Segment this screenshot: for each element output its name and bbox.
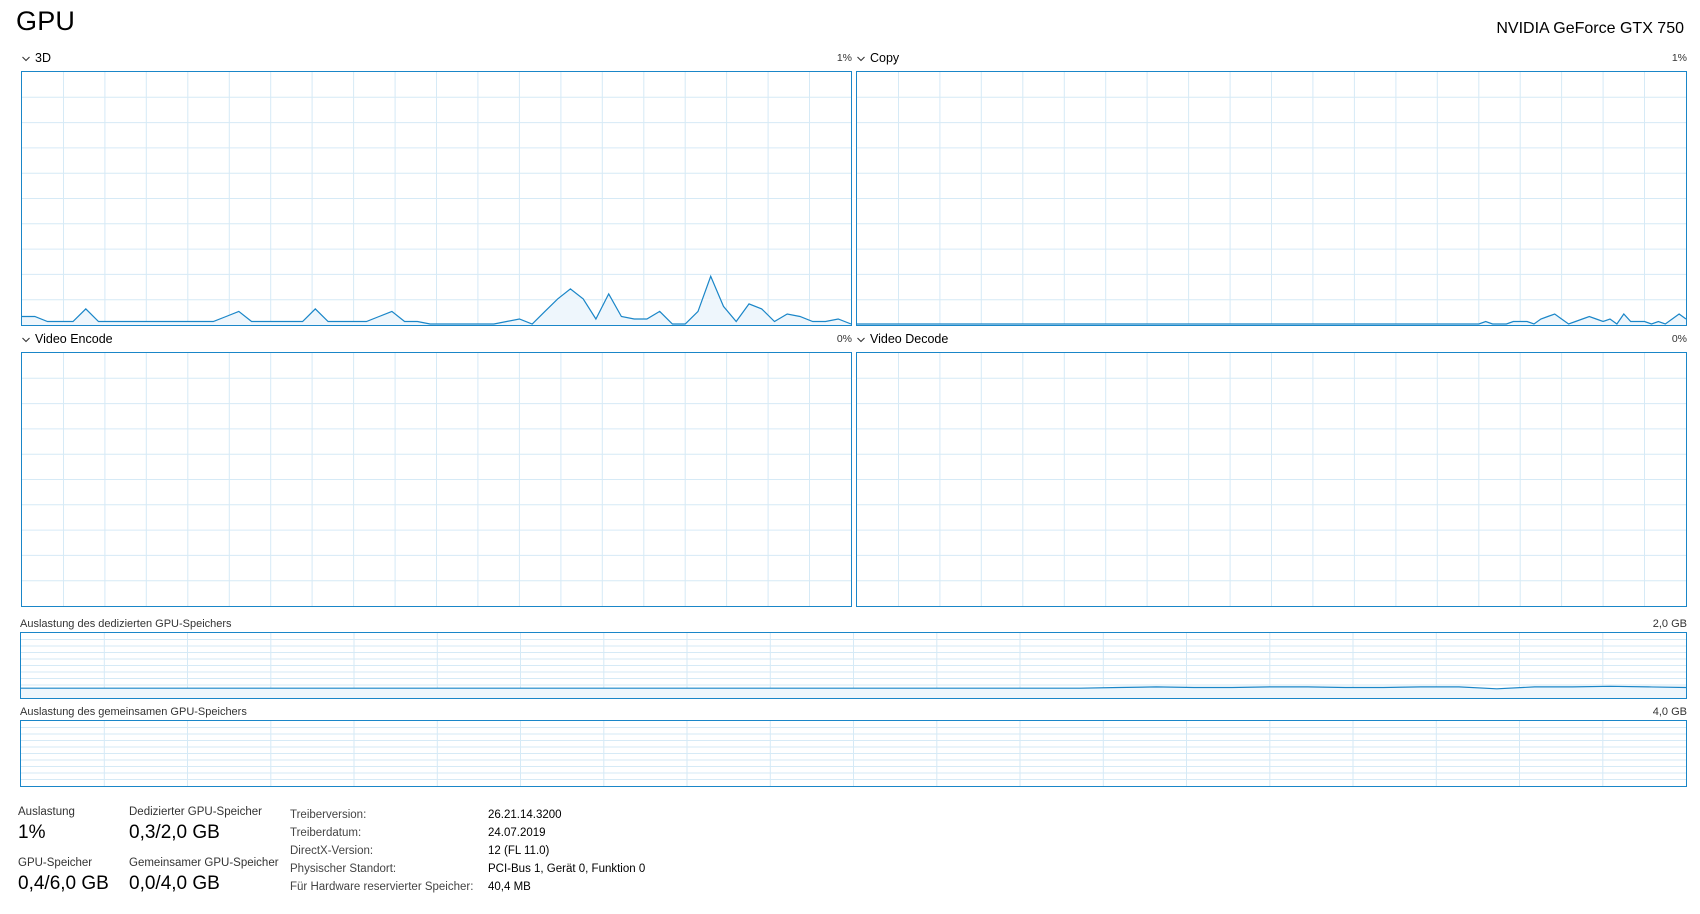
stat-label: Auslastung: [18, 806, 75, 818]
graph-video-decode: Video Decode 0%: [856, 331, 1687, 607]
stat-auslastung: Auslastung 1%: [18, 806, 75, 844]
stat-label: Dedizierter GPU-Speicher: [129, 806, 262, 818]
property-row: Treiberdatum: 24.07.2019: [290, 824, 645, 842]
memory-graph-max: 2,0 GB: [1652, 618, 1687, 630]
dedicated-memory-graph: Auslastung des dedizierten GPU-Speichers…: [20, 617, 1687, 699]
properties-list: Treiberversion: 26.21.14.3200 Treiberdat…: [290, 806, 645, 896]
property-key: Treiberversion:: [290, 809, 367, 821]
chevron-down-icon[interactable]: [21, 334, 31, 344]
property-value: 12 (FL 11.0): [488, 845, 550, 857]
graph-plot: [856, 71, 1687, 326]
property-value: PCI-Bus 1, Gerät 0, Funktion 0: [488, 863, 646, 875]
property-key: DirectX-Version:: [290, 845, 374, 857]
property-row: Treiberversion: 26.21.14.3200: [290, 806, 645, 824]
stat-value: 0,0/4,0 GB: [129, 873, 220, 894]
graph-max-label: 0%: [836, 333, 852, 345]
stat-value: 0,3/2,0 GB: [129, 822, 220, 843]
stat-dedicated-memory: Dedizierter GPU-Speicher 0,3/2,0 GB: [129, 806, 262, 844]
property-row: Für Hardware reservierter Speicher: 40,4…: [290, 878, 645, 896]
stat-label: Gemeinsamer GPU-Speicher: [129, 857, 279, 869]
memory-graph-label: Auslastung des gemeinsamen GPU-Speichers: [20, 706, 247, 718]
page-title: GPU: [16, 6, 76, 36]
memory-graph-plot: [20, 632, 1687, 699]
graph-video-encode: Video Encode 0%: [21, 331, 852, 607]
stat-label: GPU-Speicher: [18, 857, 93, 869]
chevron-down-icon[interactable]: [856, 53, 866, 63]
property-key: Treiberdatum:: [290, 827, 362, 839]
property-value: 26.21.14.3200: [488, 809, 562, 821]
graph-title: Video Encode: [35, 332, 113, 346]
shared-memory-graph: Auslastung des gemeinsamen GPU-Speichers…: [20, 705, 1687, 787]
property-row: Physischer Standort: PCI-Bus 1, Gerät 0,…: [290, 860, 645, 878]
graph-title: Copy: [870, 51, 900, 65]
stat-value: 1%: [18, 822, 46, 843]
stat-shared-memory: Gemeinsamer GPU-Speicher 0,0/4,0 GB: [129, 857, 279, 895]
graph-title: Video Decode: [870, 332, 949, 346]
chevron-down-icon[interactable]: [21, 53, 31, 63]
graph-plot: [21, 71, 852, 326]
graph-3d: 3D 1%: [21, 50, 852, 326]
property-value: 24.07.2019: [488, 827, 546, 839]
graph-engine-selector[interactable]: Video Encode: [21, 331, 113, 347]
device-name: NVIDIA GeForce GTX 750: [1496, 20, 1684, 37]
stat-value: 0,4/6,0 GB: [18, 873, 109, 894]
gpu-performance-page: GPU NVIDIA GeForce GTX 750 3D 1% Copy 1%: [0, 0, 1700, 914]
property-key: Für Hardware reservierter Speicher:: [290, 881, 474, 893]
graph-plot: [21, 352, 852, 607]
graph-copy: Copy 1%: [856, 50, 1687, 326]
property-row: DirectX-Version: 12 (FL 11.0): [290, 842, 645, 860]
property-value: 40,4 MB: [488, 881, 531, 893]
graph-max-label: 1%: [836, 52, 852, 64]
graph-title: 3D: [35, 51, 51, 65]
graph-engine-selector[interactable]: Video Decode: [856, 331, 948, 347]
graph-engine-selector[interactable]: Copy: [856, 50, 899, 66]
memory-graph-max: 4,0 GB: [1652, 706, 1687, 718]
graph-max-label: 0%: [1671, 333, 1687, 345]
graph-plot: [856, 352, 1687, 607]
chevron-down-icon[interactable]: [856, 334, 866, 344]
memory-graph-label: Auslastung des dedizierten GPU-Speichers: [20, 618, 232, 630]
graph-max-label: 1%: [1671, 52, 1687, 64]
graph-engine-selector[interactable]: 3D: [21, 50, 51, 66]
memory-graph-plot: [20, 720, 1687, 787]
stat-gpu-memory: GPU-Speicher 0,4/6,0 GB: [18, 857, 109, 895]
property-key: Physischer Standort:: [290, 863, 397, 875]
